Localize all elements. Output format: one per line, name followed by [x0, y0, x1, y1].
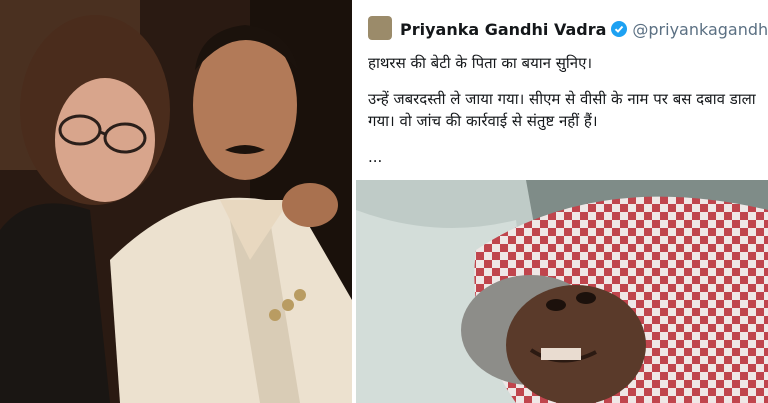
tweet-line-2: उन्हें जबरदस्ती ले जाया गया। सीएम से वीस…: [368, 90, 756, 130]
couple-photo-illustration: [0, 0, 352, 403]
avatar[interactable]: [368, 16, 392, 40]
tweet-more: ...: [368, 148, 383, 166]
tweet-card[interactable]: Priyanka Gandhi Vadra @priyankagandhi · …: [356, 0, 768, 176]
display-name[interactable]: Priyanka Gandhi Vadra: [400, 20, 606, 39]
couple-photo: [0, 0, 352, 403]
elderly-man-photo-illustration: [356, 180, 768, 403]
verified-badge-icon: [611, 21, 628, 37]
elderly-man-photo: [356, 180, 768, 403]
handle[interactable]: @priyankagandhi: [632, 20, 768, 39]
tweet-line-1: हाथरस की बेटी के पिता का बयान सुनिए।: [368, 54, 593, 72]
tweet-header: Priyanka Gandhi Vadra @priyankagandhi · …: [400, 18, 768, 40]
tweet-text: हाथरस की बेटी के पिता का बयान सुनिए। उन्…: [368, 52, 760, 168]
